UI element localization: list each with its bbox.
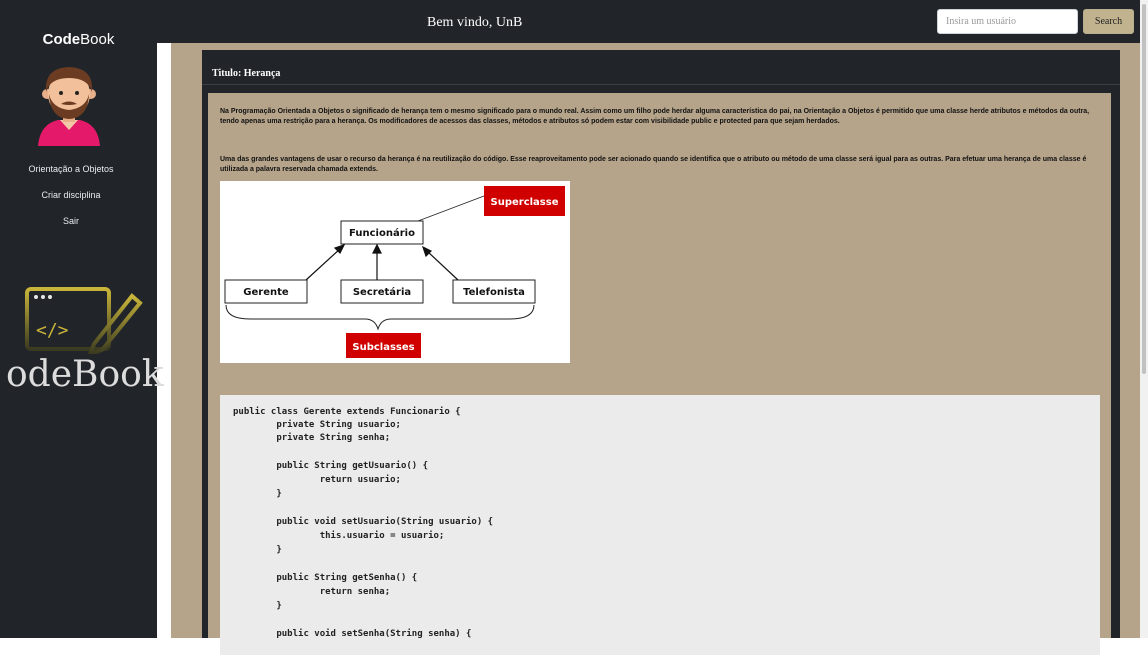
code-line: private String usuario;: [233, 420, 401, 430]
child-class-label-secretaria: Secretária: [353, 286, 411, 298]
top-bar: Bem vindo, UnB Search: [157, 0, 1140, 43]
sidebar-item-criar-disciplina[interactable]: Criar disciplina: [0, 190, 142, 200]
code-line: }: [233, 601, 282, 611]
card-body: Na Programação Orientada a Objetos o sig…: [208, 93, 1111, 655]
sidebar-item-sair[interactable]: Sair: [0, 216, 142, 226]
code-line: }: [233, 489, 282, 499]
search-button[interactable]: Search: [1083, 9, 1134, 34]
code-block: public class Gerente extends Funcionario…: [220, 395, 1100, 655]
brand-rest: Book: [80, 31, 115, 48]
brand: CodeBook: [0, 31, 157, 48]
code-line: return usuario;: [233, 475, 401, 485]
brand-bold: Code: [42, 31, 81, 48]
sidebar: CodeBook Orientação a Objetos Criar disc…: [0, 0, 164, 638]
code-line: public String getSenha() {: [233, 573, 418, 583]
main-area: Titulo: Herança Na Programação Orientada…: [171, 43, 1140, 655]
paragraph-1: Na Programação Orientada a Objetos o sig…: [220, 108, 1090, 125]
inheritance-diagram: Superclasse Funcionário Gerente Secretár…: [220, 181, 570, 363]
code-line: public void setUsuario(String usuario) {: [233, 517, 494, 527]
child-class-label-gerente: Gerente: [243, 287, 289, 298]
diagram-svg: Superclasse Funcionário Gerente Secretár…: [224, 186, 565, 358]
code-line: this.usuario = usuario;: [233, 531, 445, 541]
code-window-icon: </>: [25, 287, 143, 354]
code-line: return senha;: [233, 587, 391, 597]
content-card: Titulo: Herança Na Programação Orientada…: [202, 50, 1120, 655]
code-line: }: [233, 545, 282, 555]
scrollbar-thumb[interactable]: [1142, 4, 1146, 374]
welcome-text: Bem vindo, UnB: [427, 15, 523, 30]
search-input[interactable]: [937, 9, 1078, 34]
code-line: private String senha;: [233, 433, 391, 443]
child-class-label-telefonista: Telefonista: [463, 287, 525, 298]
logo-text: odeBook: [6, 354, 164, 395]
superclass-label: Superclasse: [491, 197, 559, 208]
code-line: public String getUsuario() {: [233, 461, 429, 471]
sidebar-item-orientacao[interactable]: Orientação a Objetos: [0, 164, 142, 174]
subclasses-label: Subclasses: [352, 342, 414, 353]
page-title: Titulo: Herança: [212, 68, 281, 79]
paragraph-2: Uma das grandes vantagens de usar o recu…: [220, 156, 1087, 173]
svg-text:</>: </>: [36, 320, 69, 341]
parent-class-label: Funcionário: [349, 227, 415, 239]
divider: [202, 84, 1120, 85]
avatar: [38, 67, 100, 146]
code-line: public class Gerente extends Funcionario…: [233, 407, 461, 417]
